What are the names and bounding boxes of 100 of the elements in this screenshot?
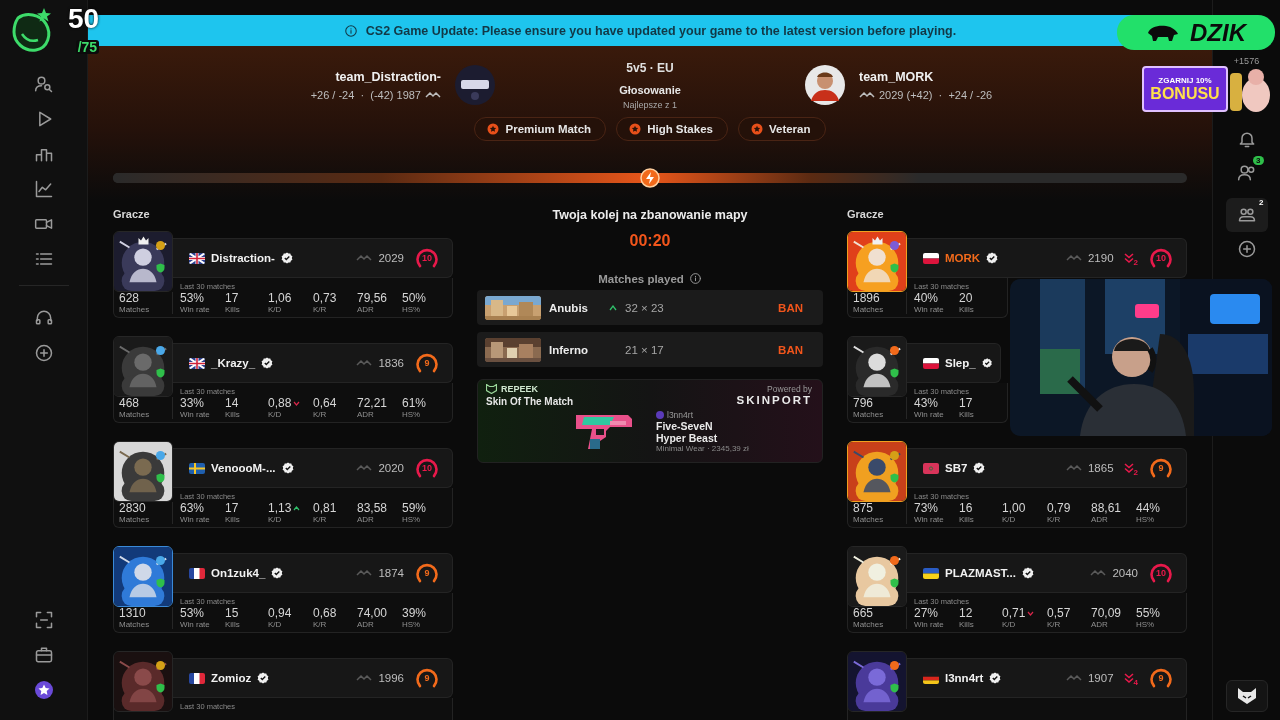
stat-label: HS% [402,620,422,630]
lightning-icon [640,168,660,188]
section-heading: Gracze [113,208,151,220]
trend-icon [356,464,373,472]
level-badge: 9 [414,561,440,585]
shield-icon [890,683,899,693]
stat-label: Kills [225,305,241,315]
ban-button[interactable]: BAN [778,297,803,318]
app-logo[interactable] [1225,680,1268,712]
stat-value: 0,73 [313,292,337,305]
badge-count: 2 [1259,198,1264,207]
stat-value: 0,81 [313,502,337,515]
friends-icon[interactable] [1236,163,1257,183]
stat-label: ADR [1091,620,1109,630]
elo-value: 2020 [378,462,404,474]
level-badge: 9 [414,666,440,690]
trend-icon [1065,464,1082,472]
player-name: SB7 [945,462,968,474]
map-row[interactable]: Anubis 32 × 23 BAN [477,290,823,325]
stat-label: HS% [402,515,422,525]
stat-label: Win rate [914,515,945,525]
stat-value: 55% [1136,607,1161,620]
team-stats: 2029 (+42) · +24 / -26 [879,88,993,101]
stat-label: ADR [357,305,375,315]
player-header[interactable]: SB7 1865 2 9 [907,448,1187,488]
player-header[interactable]: Distraction- 2029 10 [173,238,453,278]
level-badge: 9 [1148,666,1174,690]
stat-value: 796 [853,397,875,410]
elo-value: 1865 [1087,462,1114,474]
notification-badge: 3 [1253,156,1264,165]
elo-value: 1874 [378,567,404,579]
add-icon[interactable] [33,343,54,363]
stat-value: 53% [180,607,205,620]
player-header[interactable]: MORK 2190 2 10 [907,238,1187,278]
verified-icon [986,252,999,264]
level-badge: 9 [414,351,440,375]
shield-icon [156,263,165,273]
trend-icon [356,569,373,577]
player-name: VenoooM-... [211,462,276,474]
badge-icon [487,123,500,135]
info-icon[interactable] [688,272,702,285]
player-header[interactable]: PLAZMAST... 2040 10 [907,553,1187,593]
stat-label: Matches [853,305,885,315]
stat-value: 0,64 [313,397,337,410]
stat-label: Matches [119,620,151,630]
trend-icon [1065,674,1082,682]
stat-label: K/D [1002,620,1017,630]
stat-value: 61% [402,397,427,410]
promo-banner[interactable]: ZGARNIJ 10% BONUSU [1142,66,1228,112]
verified-icon [973,462,986,474]
ban-button[interactable]: BAN [778,339,803,360]
player-header[interactable]: On1zuk4_ 1874 9 [173,553,453,593]
briefcase-icon[interactable] [33,645,54,665]
team-name: team_Distraction- [335,69,441,84]
flag-icon [923,252,939,264]
flag-icon [189,462,205,474]
map-name: Inferno [549,343,589,356]
player-header[interactable]: VenoooM-... 2020 10 [173,448,453,488]
stat-value: 1310 [119,607,147,620]
scan-icon[interactable] [33,610,54,630]
trend-icon [356,254,373,262]
match-tag: Premium Match [474,117,607,141]
match-tag: Veteran [737,117,826,141]
level-badge: 9 [1148,456,1174,480]
player-header[interactable]: Slep_ [907,343,1001,383]
stat-value: 0,79 [1047,502,1071,515]
points-counter: +1576 [1233,56,1260,66]
badge-icon [750,123,763,135]
stat-label: K/R [313,515,328,525]
stat-value: 70,09 [1091,607,1122,620]
team-stats: +26 / -24 · (-42) 1987 [310,88,421,101]
player-search-icon[interactable] [33,74,54,94]
add-icon[interactable] [1236,239,1257,259]
chart-icon[interactable] [33,179,54,199]
stat-label: Kills [959,620,975,630]
stat-value: 53% [180,292,205,305]
shield-icon [156,578,165,588]
stat-label: K/D [268,620,283,630]
info-icon [343,23,358,38]
party-icon[interactable] [1236,205,1257,225]
stat-value: 12 [959,607,973,620]
player-name: MORK [945,252,981,264]
stat-value: 15 [225,607,239,620]
team-name: team_MORK [859,69,934,84]
headset-icon[interactable] [33,308,54,328]
stat-label: HS% [1136,620,1156,630]
trend-icon [356,359,373,367]
stat-value: 0,71 [1002,607,1026,620]
stat-label: ADR [357,410,375,420]
section-label: Matches played [598,272,684,285]
map-row[interactable]: Inferno 21 × 17 BAN [477,332,823,367]
stat-label: Win rate [180,515,211,525]
player-header[interactable]: Zomioz 1996 9 [173,658,453,698]
stat-label: ADR [1091,515,1109,525]
section-heading: Gracze [847,208,885,220]
stat-label: K/R [313,410,328,420]
player-header[interactable]: l3nn4rt 1907 4 9 [907,658,1187,698]
shield-icon [890,578,899,588]
player-name: _Krazy_ [211,357,256,369]
player-header[interactable]: _Krazy_ 1836 9 [173,343,453,383]
